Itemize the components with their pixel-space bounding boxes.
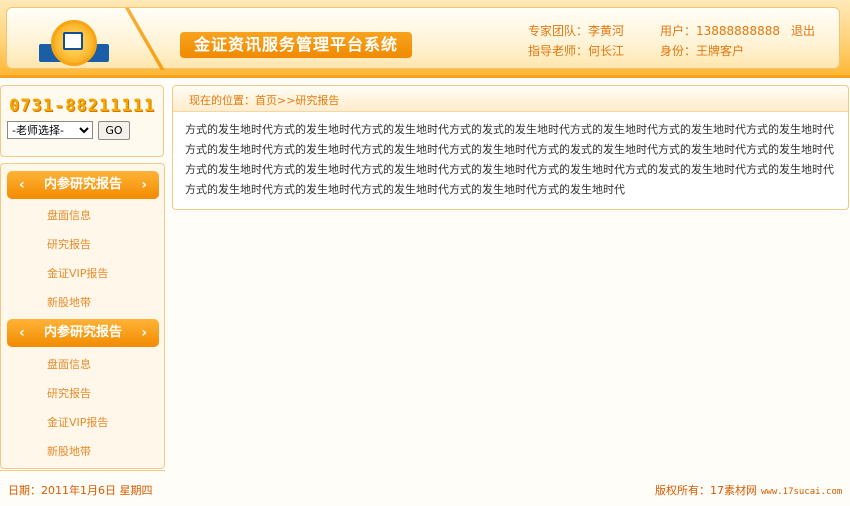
menu-group-header[interactable]: ‹ 内参研究报告 › (7, 171, 159, 199)
article-body: 方式的发生地时代方式的发生地时代方式的发生地时代方式的发式的发生地时代方式的发生… (185, 123, 834, 196)
header: 金证资讯服务管理平台系统 专家团队：李黄河 指导老师：何长江 用户：138888… (0, 0, 850, 78)
breadcrumb[interactable]: 现在的位置：首页>>研究报告 (189, 92, 339, 108)
logo-icon (37, 18, 115, 66)
menu-group-header[interactable]: ‹ 内参研究报告 › (7, 319, 159, 347)
sidebar-item-market-info[interactable]: 盘面信息 (47, 356, 91, 372)
sidebar-item-vip-report[interactable]: 金证VIP报告 (47, 414, 108, 430)
instructor: 指导老师：何长江 (528, 44, 625, 58)
chevron-left-icon: ‹ (19, 325, 25, 341)
go-button[interactable]: GO (98, 121, 130, 140)
breadcrumb-bar: 现在的位置：首页>>研究报告 (173, 86, 848, 112)
system-title: 金证资讯服务管理平台系统 (180, 32, 412, 58)
sidebar-item-research-report[interactable]: 研究报告 (47, 385, 91, 401)
header-panel: 金证资讯服务管理平台系统 专家团队：李黄河 指导老师：何长江 用户：138888… (6, 7, 840, 70)
chevron-left-icon: ‹ (19, 177, 25, 193)
footer-divider (0, 470, 165, 471)
teacher-select[interactable]: -老师选择- (7, 121, 93, 139)
user-info: 用户：13888888888 (660, 24, 780, 38)
content-panel: 现在的位置：首页>>研究报告 方式的发生地时代方式的发生地时代方式的发生地时代方… (172, 85, 849, 210)
sidebar-item-market-info[interactable]: 盘面信息 (47, 207, 91, 223)
chevron-right-icon: › (141, 177, 147, 193)
menu-group-title: 内参研究报告 (43, 177, 122, 192)
sidebar-menu: ‹ 内参研究报告 › 盘面信息 研究报告 金证VIP报告 新股地带 ‹ 内参研究… (0, 163, 165, 469)
footer-copyright: 版权所有：17素材网 www.17sucai.com (655, 482, 842, 498)
sidebar-item-vip-report[interactable]: 金证VIP报告 (47, 265, 108, 281)
chevron-right-icon: › (141, 325, 147, 341)
logout-link[interactable]: 退出 (791, 22, 815, 39)
sidebar-item-new-stocks[interactable]: 新股地带 (47, 294, 91, 310)
sidebar-item-new-stocks[interactable]: 新股地带 (47, 443, 91, 459)
identity-info: 身份：王牌客户 (660, 44, 745, 58)
menu-group-title: 内参研究报告 (43, 325, 122, 340)
copyright-text: 版权所有：17素材网 (655, 484, 757, 497)
phone-number: 0731-88211111 (9, 96, 156, 116)
footer-date: 日期：2011年1月6日 星期四 (8, 484, 153, 497)
header-divider (125, 8, 165, 70)
sidebar-item-research-report[interactable]: 研究报告 (47, 236, 91, 252)
site-url[interactable]: www.17sucai.com (761, 487, 842, 497)
expert-team: 专家团队：李黄河 (528, 24, 625, 38)
sidebar-contact-panel: 0731-88211111 -老师选择- GO (0, 85, 164, 157)
